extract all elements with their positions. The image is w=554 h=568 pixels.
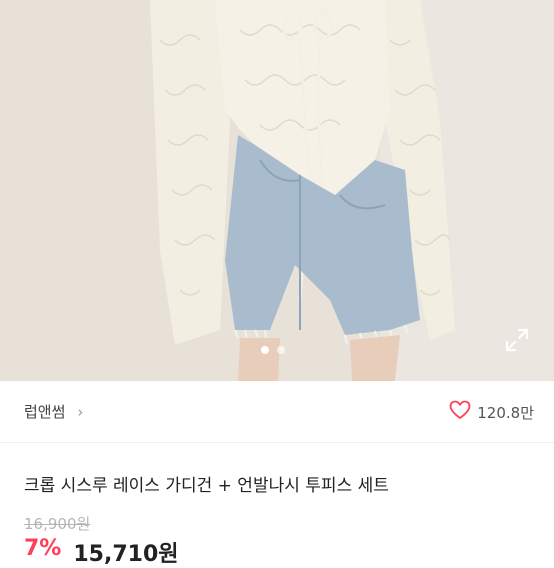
final-price: 15,710원 — [73, 542, 179, 567]
store-name: 럽앤썸 — [24, 403, 66, 421]
product-image[interactable] — [0, 0, 554, 381]
pagination-dot-active[interactable] — [261, 346, 269, 354]
divider — [0, 442, 554, 443]
pagination-dot[interactable] — [277, 346, 285, 354]
product-title: 크롭 시스루 레이스 가디건 + 언발나시 투피스 세트 — [24, 476, 389, 496]
product-photo — [0, 0, 554, 381]
store-link[interactable]: 럽앤썸 › — [24, 401, 83, 422]
discount-rate: 7% — [24, 536, 62, 561]
chevron-right-icon: › — [77, 402, 84, 421]
image-pagination — [261, 346, 285, 354]
like-count: 120.8만 — [477, 403, 534, 422]
like-button[interactable]: 120.8만 — [449, 400, 534, 424]
price-row: 7% 15,710원 — [24, 536, 179, 568]
expand-icon[interactable] — [504, 327, 530, 353]
original-price: 16,900원 — [24, 515, 91, 533]
heart-icon — [449, 400, 471, 424]
